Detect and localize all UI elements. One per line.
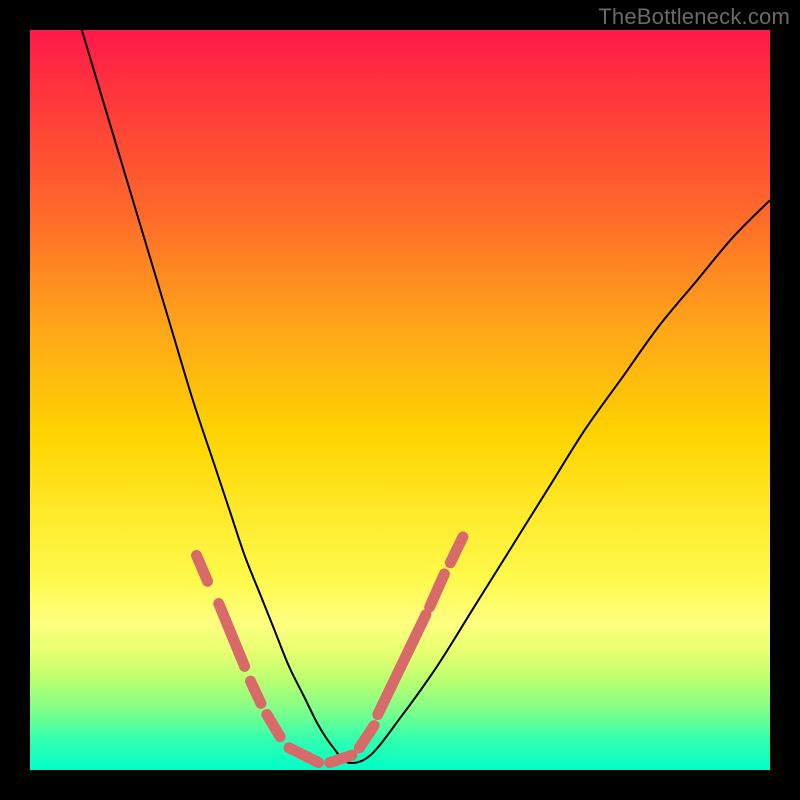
chart-frame: TheBottleneck.com bbox=[0, 0, 800, 800]
bottleneck-curve bbox=[82, 30, 770, 763]
highlight-segment bbox=[289, 748, 319, 763]
highlight-segment bbox=[267, 715, 280, 737]
watermark-text: TheBottleneck.com bbox=[598, 4, 790, 30]
highlight-markers bbox=[197, 537, 463, 763]
highlight-segment bbox=[251, 681, 261, 703]
plot-area bbox=[30, 30, 770, 770]
curve-svg bbox=[30, 30, 770, 770]
highlight-segment bbox=[378, 615, 426, 715]
highlight-segment bbox=[197, 555, 208, 581]
highlight-segment bbox=[450, 537, 463, 563]
highlight-segment bbox=[219, 604, 245, 667]
highlight-segment bbox=[359, 726, 374, 748]
highlight-segment bbox=[430, 574, 445, 607]
highlight-segment bbox=[330, 755, 352, 762]
